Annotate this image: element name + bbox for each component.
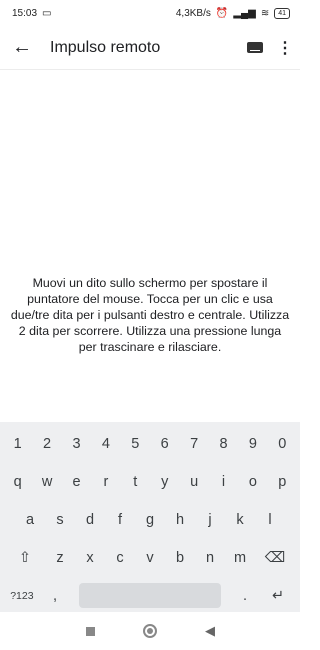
key-4[interactable]: 4 [91,426,120,462]
keyboard-row-z: ⇧ zxcvbnm ⌫ [3,540,297,576]
key-z[interactable]: z [45,540,75,576]
key-b[interactable]: b [165,540,195,576]
key-y[interactable]: y [150,464,179,500]
key-7[interactable]: 7 [179,426,208,462]
back-arrow-icon[interactable]: ← [0,26,44,70]
key-6[interactable]: 6 [150,426,179,462]
key-n[interactable]: n [195,540,225,576]
key-u[interactable]: u [179,464,208,500]
keyboard-row-z-letters: zxcvbnm [45,540,255,576]
more-options-icon[interactable]: ⋮ [270,26,300,70]
period-key[interactable]: . [231,578,259,614]
key-8[interactable]: 8 [209,426,238,462]
key-l[interactable]: l [255,502,285,538]
key-o[interactable]: o [238,464,267,500]
key-q[interactable]: q [3,464,32,500]
key-v[interactable]: v [135,540,165,576]
triangle-back-icon: ◀ [205,623,215,638]
key-9[interactable]: 9 [238,426,267,462]
key-p[interactable]: p [268,464,297,500]
status-bar: 15:03 ▭ 4,3KB/s ⏰ ▂▄▆ ≋ 41 [0,0,300,26]
recents-button[interactable] [78,619,102,643]
keyboard-row-q: qwertyuiop [3,464,297,500]
key-h[interactable]: h [165,502,195,538]
page-title: Impulso remoto [50,38,161,56]
key-x[interactable]: x [75,540,105,576]
key-g[interactable]: g [135,502,165,538]
home-circle-icon [143,624,157,638]
key-j[interactable]: j [195,502,225,538]
key-s[interactable]: s [45,502,75,538]
touchpad-instructions: Muovi un dito sullo schermo per spostare… [10,276,290,354]
key-m[interactable]: m [225,540,255,576]
alarm-off-icon: ⏰ [215,7,229,19]
key-0[interactable]: 0 [268,426,297,462]
keyboard-row-a: asdfghjkl [3,502,297,538]
network-speed: 4,3KB/s [175,7,211,19]
key-i[interactable]: i [209,464,238,500]
key-t[interactable]: t [121,464,150,500]
touchpad-area[interactable]: Muovi un dito sullo schermo per spostare… [0,71,300,422]
keyboard-row-bottom: ?123 , . ↵ [3,578,297,614]
keyboard-icon [247,42,263,53]
key-f[interactable]: f [105,502,135,538]
comma-key[interactable]: , [41,578,69,614]
key-w[interactable]: w [32,464,61,500]
key-1[interactable]: 1 [3,426,32,462]
key-5[interactable]: 5 [121,426,150,462]
enter-key[interactable]: ↵ [259,578,297,614]
app-bar: ← Impulso remoto ⋮ [0,26,300,70]
symbols-key[interactable]: ?123 [3,578,41,614]
key-d[interactable]: d [75,502,105,538]
key-k[interactable]: k [225,502,255,538]
soft-keyboard: 1234567890 qwertyuiop asdfghjkl ⇧ zxcvbn… [0,422,300,612]
key-2[interactable]: 2 [32,426,61,462]
key-r[interactable]: r [91,464,120,500]
square-icon [85,626,95,636]
screen-mirror-icon: ▭ [42,7,52,19]
key-e[interactable]: e [62,464,91,500]
backspace-key[interactable]: ⌫ [255,540,295,576]
keyboard-toggle-button[interactable] [240,26,270,70]
back-button[interactable]: ◀ [198,619,222,643]
wifi-icon: ≋ [260,7,270,19]
home-button[interactable] [138,619,162,643]
system-nav-bar: ◀ [0,612,300,650]
key-a[interactable]: a [15,502,45,538]
key-3[interactable]: 3 [62,426,91,462]
status-time: 15:03 [12,7,38,19]
keyboard-row-numbers: 1234567890 [3,426,297,462]
signal-icon: ▂▄▆ [233,7,256,19]
shift-key[interactable]: ⇧ [5,540,45,576]
battery-icon: 41 [274,7,290,19]
space-bar[interactable] [79,583,221,608]
key-c[interactable]: c [105,540,135,576]
